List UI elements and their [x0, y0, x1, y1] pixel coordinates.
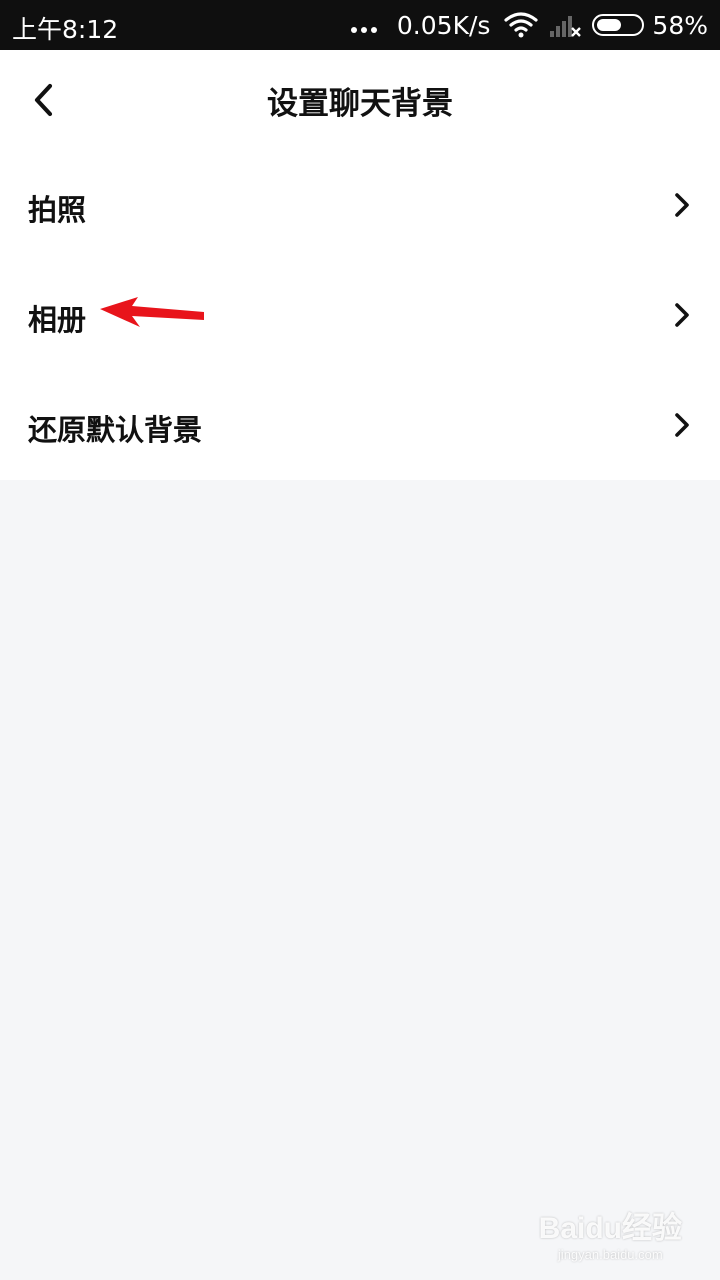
nav-header: 设置聊天背景: [0, 50, 720, 150]
signal-icon: [550, 16, 582, 37]
page-title: 设置聊天背景: [267, 86, 453, 122]
more-dots-icon: [349, 22, 379, 33]
menu-item-restore-default[interactable]: 还原默认背景: [0, 370, 720, 480]
menu-item-take-photo[interactable]: 拍照: [0, 150, 720, 260]
status-time: 上午8:12: [12, 15, 119, 44]
wifi-icon: [504, 12, 539, 38]
battery-icon: [592, 14, 645, 36]
watermark-logo-text: Baidu经验: [538, 1212, 682, 1245]
status-right-group: 0.05K/s 58%: [349, 0, 708, 50]
menu-item-label: 相册: [28, 303, 87, 337]
chevron-right-icon: [675, 303, 689, 327]
watermark-url: jingyan.baidu.com: [557, 1247, 663, 1262]
red-arrow-annotation-icon: [100, 297, 204, 327]
status-bar: 上午8:12 0.05K/s 58%: [0, 0, 720, 50]
chevron-right-icon: [675, 193, 689, 217]
baidu-watermark: Baidu经验 jingyan.baidu.com: [539, 1203, 682, 1262]
menu-item-label: 还原默认背景: [28, 413, 203, 447]
network-speed: 0.05K/s: [396, 10, 491, 40]
chevron-right-icon: [675, 413, 689, 437]
menu-item-label: 拍照: [28, 193, 87, 227]
battery-percent: 58%: [652, 10, 708, 40]
